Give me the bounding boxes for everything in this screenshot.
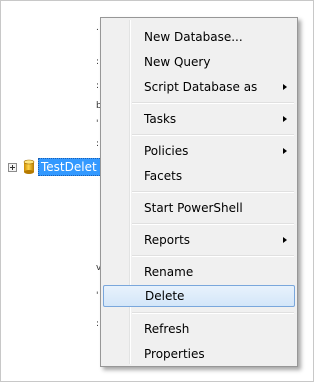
menu-item-refresh[interactable]: Refresh — [103, 318, 295, 340]
menu-item-policies[interactable]: Policies — [103, 140, 295, 162]
menu-item-start-powershell[interactable]: Start PowerShell — [103, 197, 295, 219]
menu-item-reports[interactable]: Reports — [103, 229, 295, 251]
menu-separator — [132, 134, 294, 136]
menu-item-label: New Query — [144, 55, 211, 69]
background-fragment: : — [96, 57, 100, 67]
menu-item-facets[interactable]: Facets — [103, 165, 295, 187]
menu-separator — [132, 191, 294, 193]
menu-item-label: Refresh — [144, 322, 190, 336]
background-fragment: : — [96, 139, 100, 149]
plus-box-icon[interactable] — [8, 162, 17, 172]
menu-item-label: Script Database as — [144, 80, 258, 94]
background-fragment: ' — [96, 291, 99, 301]
menu-item-label: Tasks — [144, 112, 177, 126]
triangle-right-icon — [283, 116, 287, 122]
menu-item-label: Delete — [145, 289, 185, 303]
database-node-label[interactable]: TestDelet — [38, 158, 104, 176]
menu-separator — [132, 102, 294, 104]
triangle-right-icon — [283, 84, 287, 90]
triangle-right-icon — [283, 237, 287, 243]
menu-item-label: Properties — [144, 347, 205, 361]
menu-item-label: New Database... — [144, 30, 243, 44]
menu-item-delete[interactable]: Delete — [103, 285, 295, 307]
database-cylinder-icon — [23, 159, 35, 175]
background-fragment: . — [96, 23, 99, 33]
menu-item-label: Policies — [144, 144, 189, 158]
context-menu: New Database... New Query Script Databas… — [100, 17, 298, 367]
menu-item-rename[interactable]: Rename — [103, 261, 295, 283]
menu-separator — [132, 312, 294, 314]
menu-item-label: Start PowerShell — [144, 201, 243, 215]
menu-separator — [132, 223, 294, 225]
menu-item-label: Facets — [144, 169, 183, 183]
background-fragment: : — [96, 81, 100, 91]
menu-item-label: Reports — [144, 233, 191, 247]
triangle-right-icon — [283, 148, 287, 154]
menu-item-properties[interactable]: Properties — [103, 343, 295, 365]
database-tree-node[interactable]: TestDelet — [8, 158, 104, 176]
menu-item-new-database[interactable]: New Database... — [103, 26, 295, 48]
window-frame: . : : b ' : v ' : TestDelet New Database… — [0, 0, 314, 382]
menu-item-new-query[interactable]: New Query — [103, 51, 295, 73]
background-fragment: : — [96, 319, 100, 329]
menu-item-script-database-as[interactable]: Script Database as — [103, 76, 295, 98]
background-fragment: ' — [96, 119, 99, 129]
menu-separator — [132, 255, 294, 257]
menu-item-tasks[interactable]: Tasks — [103, 108, 295, 130]
menu-item-label: Rename — [144, 265, 194, 279]
